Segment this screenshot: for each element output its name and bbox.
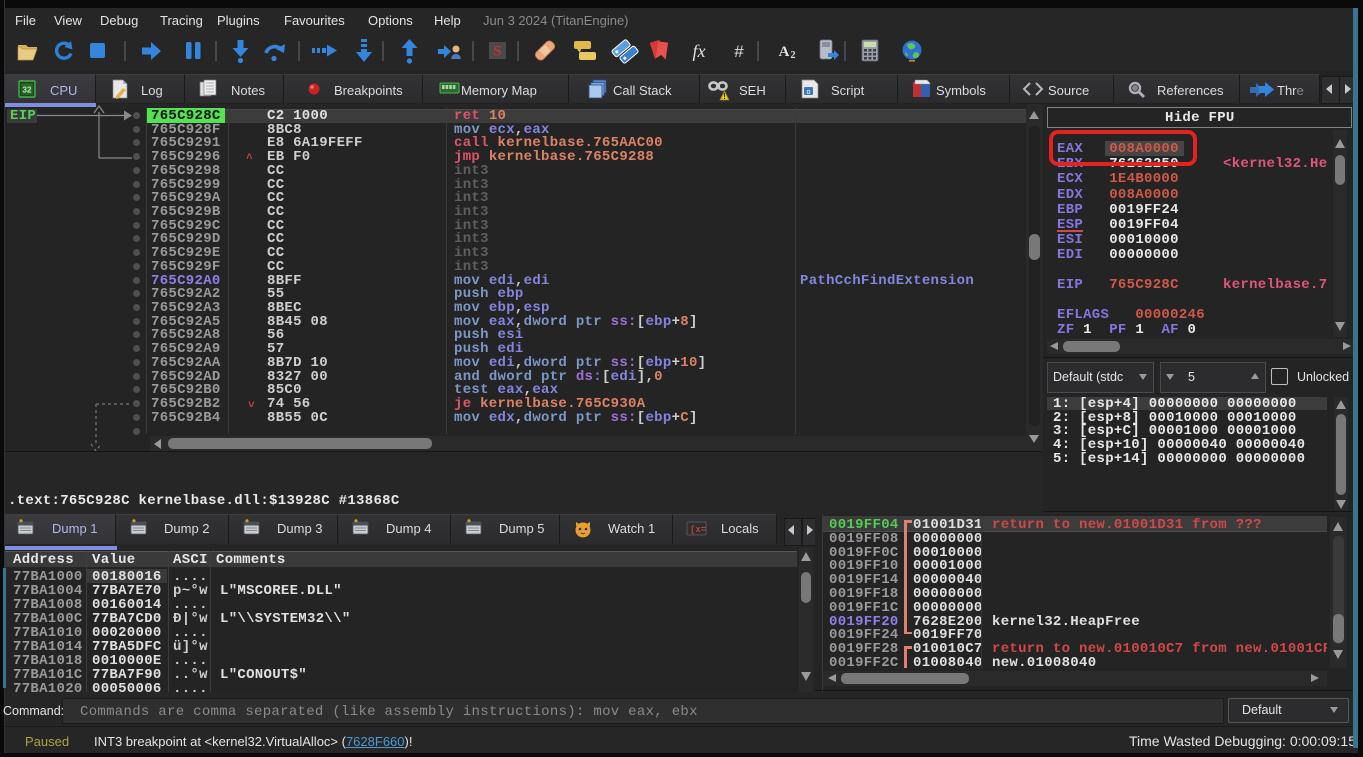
- svg-text:[x=: [x=: [690, 525, 706, 535]
- svg-text:#: #: [734, 42, 744, 61]
- svg-text:S: S: [493, 44, 501, 60]
- svg-text:32: 32: [23, 86, 32, 95]
- svg-text:A: A: [779, 44, 790, 60]
- svg-text:fx: fx: [693, 41, 706, 61]
- svg-text:2: 2: [791, 50, 796, 61]
- svg-text:!: !: [723, 92, 726, 101]
- svg-text:o: o: [806, 89, 810, 97]
